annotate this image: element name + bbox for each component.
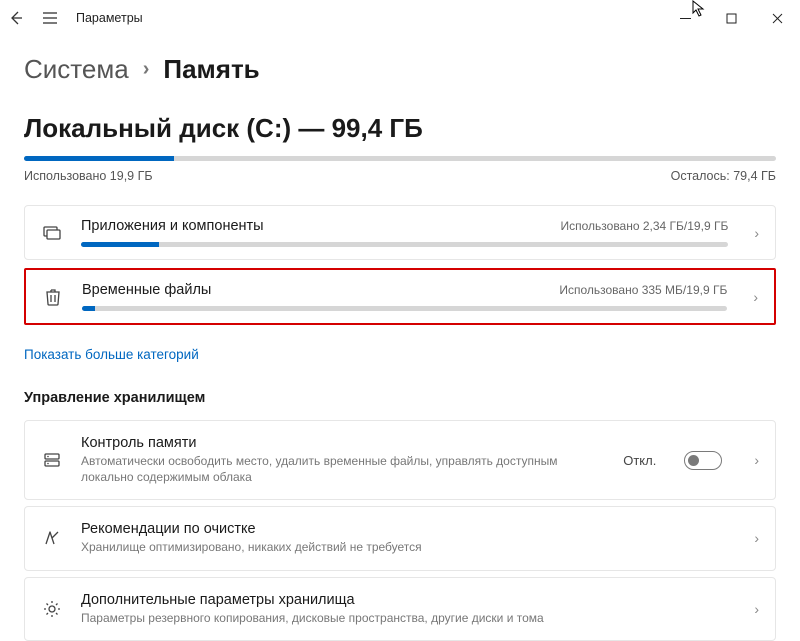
close-button[interactable] (754, 0, 800, 36)
minimize-button[interactable] (662, 0, 708, 36)
category-usage-bar (81, 242, 728, 247)
mgmt-desc: Хранилище оптимизировано, никаких действ… (81, 539, 722, 555)
titlebar: Параметры (0, 0, 800, 36)
mgmt-heading: Управление хранилищем (24, 390, 776, 406)
category-usage: Использовано 2,34 ГБ/19,9 ГБ (560, 219, 728, 233)
category-icon (41, 223, 63, 243)
mgmt-title: Рекомендации по очистке (81, 521, 722, 537)
storage-category-card[interactable]: Приложения и компоненты Использовано 2,3… (24, 205, 776, 260)
mgmt-icon (41, 528, 63, 548)
mgmt-title: Контроль памяти (81, 435, 605, 451)
disk-usage-bar (24, 156, 776, 161)
category-title: Временные файлы (82, 282, 211, 298)
chevron-right-icon: › (754, 225, 759, 241)
mgmt-desc: Параметры резервного копирования, дисков… (81, 610, 722, 626)
chevron-right-icon: › (143, 58, 150, 81)
category-title: Приложения и компоненты (81, 218, 264, 234)
app-title: Параметры (76, 11, 143, 25)
mgmt-card[interactable]: Рекомендации по очистке Хранилище оптими… (24, 506, 776, 570)
chevron-right-icon: › (754, 530, 759, 546)
toggle-switch[interactable] (684, 451, 722, 470)
mgmt-icon (41, 450, 63, 470)
disk-title: Локальный диск (C:) — 99,4 ГБ (24, 113, 776, 144)
category-usage: Использовано 335 МБ/19,9 ГБ (559, 283, 727, 297)
maximize-button[interactable] (708, 0, 754, 36)
chevron-right-icon: › (753, 289, 758, 305)
category-icon (42, 287, 64, 307)
disk-free-label: Осталось: 79,4 ГБ (671, 169, 776, 183)
mgmt-icon (41, 599, 63, 619)
chevron-right-icon: › (754, 601, 759, 617)
hamburger-icon[interactable] (42, 10, 58, 26)
mgmt-card[interactable]: Дополнительные параметры хранилища Парам… (24, 577, 776, 641)
breadcrumb-parent[interactable]: Система (24, 54, 129, 85)
mgmt-desc: Автоматически освободить место, удалить … (81, 453, 605, 485)
storage-category-card[interactable]: Временные файлы Использовано 335 МБ/19,9… (24, 268, 776, 325)
toggle-status: Откл. (623, 453, 656, 468)
category-usage-bar (82, 306, 727, 311)
show-more-link[interactable]: Показать больше категорий (24, 347, 199, 362)
breadcrumb: Система › Память (24, 54, 776, 85)
breadcrumb-current: Память (163, 54, 259, 85)
mgmt-card[interactable]: Контроль памяти Автоматически освободить… (24, 420, 776, 500)
chevron-right-icon: › (754, 452, 759, 468)
mgmt-title: Дополнительные параметры хранилища (81, 592, 722, 608)
disk-used-label: Использовано 19,9 ГБ (24, 169, 153, 183)
back-icon[interactable] (8, 10, 24, 26)
